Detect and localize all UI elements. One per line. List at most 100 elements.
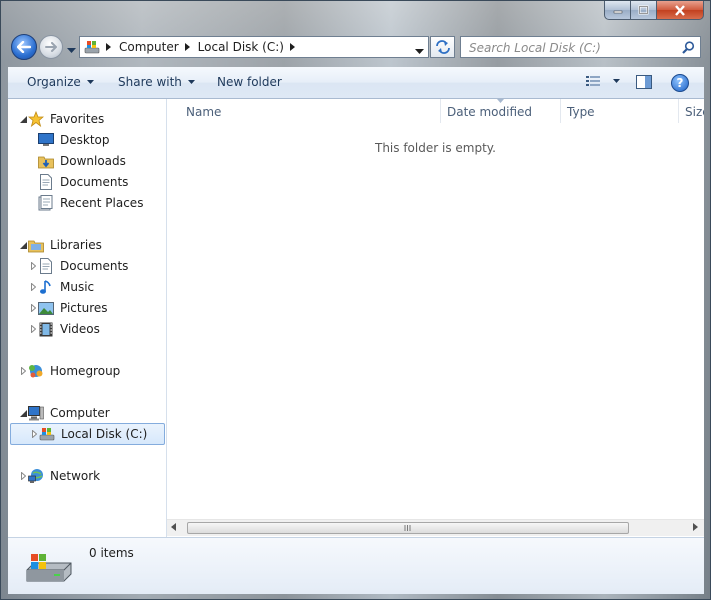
sort-indicator-icon xyxy=(497,99,504,103)
document-icon xyxy=(38,174,54,190)
scrollbar-thumb[interactable] xyxy=(187,522,629,534)
search-box[interactable] xyxy=(460,36,701,58)
network-icon xyxy=(28,468,44,484)
collapse-arrow-icon[interactable] xyxy=(18,235,28,255)
address-bar[interactable]: Computer Local Disk (C:) xyxy=(79,36,429,58)
nav-favorites[interactable]: Favorites xyxy=(18,109,104,129)
breadcrumb-local-disk[interactable]: Local Disk (C:) xyxy=(198,40,284,54)
search-input[interactable] xyxy=(467,38,681,58)
document-icon xyxy=(38,258,54,274)
nav-label: Music xyxy=(60,280,95,294)
column-header-date-modified[interactable]: Date modified xyxy=(447,105,532,119)
nav-downloads[interactable]: Downloads xyxy=(28,151,126,171)
downloads-folder-icon xyxy=(38,153,54,169)
preview-pane-button[interactable] xyxy=(636,75,652,92)
scroll-left-icon[interactable] xyxy=(171,523,176,531)
nav-label: Favorites xyxy=(50,112,105,126)
file-list[interactable]: Name Date modified Type Size This folder… xyxy=(167,99,704,537)
breadcrumb-separator-icon[interactable] xyxy=(289,43,295,51)
nav-label: Network xyxy=(50,469,101,483)
nav-lib-documents[interactable]: Documents xyxy=(28,256,128,276)
nav-desktop[interactable]: Desktop xyxy=(28,130,110,150)
breadcrumb-separator-icon[interactable] xyxy=(184,43,190,51)
libraries-icon xyxy=(28,237,44,253)
expand-arrow-icon[interactable] xyxy=(28,256,38,276)
nav-label: Recent Places xyxy=(60,196,144,210)
arrow-right-icon xyxy=(45,42,57,52)
drive-icon xyxy=(39,426,55,442)
nav-network[interactable]: Network xyxy=(18,466,100,486)
expand-arrow-icon[interactable] xyxy=(28,277,38,297)
collapse-arrow-icon[interactable] xyxy=(18,109,28,129)
back-button[interactable] xyxy=(11,34,37,60)
close-button[interactable] xyxy=(657,1,704,20)
column-divider[interactable] xyxy=(560,99,561,123)
column-header-name[interactable]: Name xyxy=(186,105,221,119)
explorer-window: Computer Local Disk (C:) Organize xyxy=(0,0,711,600)
nav-label: Videos xyxy=(60,322,100,336)
maximize-icon xyxy=(638,5,649,15)
address-dropdown-icon[interactable] xyxy=(415,44,424,58)
chevron-down-icon xyxy=(86,80,94,84)
nav-label: Pictures xyxy=(60,301,108,315)
drive-small-icon xyxy=(84,40,100,55)
nav-label: Libraries xyxy=(50,238,102,252)
new-folder-button[interactable]: New folder xyxy=(217,75,282,89)
computer-icon xyxy=(28,405,44,421)
help-button[interactable]: ? xyxy=(671,74,689,92)
refresh-icon xyxy=(435,40,450,54)
nav-homegroup[interactable]: Homegroup xyxy=(18,361,120,381)
nav-label: Documents xyxy=(60,175,129,189)
grip-icon xyxy=(404,525,411,531)
organize-button[interactable]: Organize xyxy=(27,75,94,89)
scroll-right-icon[interactable] xyxy=(693,523,698,531)
search-icon[interactable] xyxy=(682,41,695,57)
column-header-size-clip: Size xyxy=(685,99,704,123)
nav-pictures[interactable]: Pictures xyxy=(28,298,108,318)
homegroup-icon xyxy=(28,363,44,379)
nav-local-disk[interactable]: Local Disk (C:) xyxy=(10,423,165,445)
maximize-button[interactable] xyxy=(631,1,657,20)
share-with-label: Share with xyxy=(118,75,182,89)
chevron-down-icon xyxy=(613,79,620,83)
horizontal-scrollbar[interactable] xyxy=(167,519,704,536)
organize-label: Organize xyxy=(27,75,81,89)
change-view-button[interactable] xyxy=(586,75,620,87)
expand-arrow-icon[interactable] xyxy=(28,298,38,318)
nav-label: Local Disk (C:) xyxy=(61,427,148,441)
column-header-size[interactable]: Size xyxy=(685,105,704,119)
expand-arrow-icon[interactable] xyxy=(18,361,28,381)
star-icon xyxy=(28,111,44,127)
nav-computer[interactable]: Computer xyxy=(18,403,110,423)
navigation-pane: Favorites Desktop Downloads Documents Re… xyxy=(8,99,167,537)
empty-folder-message: This folder is empty. xyxy=(375,141,496,155)
refresh-button[interactable] xyxy=(430,36,455,58)
recent-pages-button[interactable] xyxy=(67,43,76,57)
view-details-icon xyxy=(586,76,600,86)
nav-music[interactable]: Music xyxy=(28,277,94,297)
item-count: 0 items xyxy=(89,546,134,560)
expand-arrow-icon[interactable] xyxy=(29,424,39,444)
expand-arrow-icon[interactable] xyxy=(28,319,38,339)
nav-label: Documents xyxy=(60,259,129,273)
nav-recent-places[interactable]: Recent Places xyxy=(28,193,143,213)
column-header-type[interactable]: Type xyxy=(567,105,595,119)
minimize-icon xyxy=(613,10,622,14)
forward-button[interactable] xyxy=(39,35,63,59)
nav-documents[interactable]: Documents xyxy=(28,172,128,192)
expand-arrow-icon[interactable] xyxy=(18,466,28,486)
minimize-button[interactable] xyxy=(604,1,631,20)
nav-videos[interactable]: Videos xyxy=(28,319,100,339)
collapse-arrow-icon[interactable] xyxy=(18,403,28,423)
breadcrumb-separator-icon[interactable] xyxy=(106,43,111,51)
close-icon xyxy=(675,4,685,16)
column-divider[interactable] xyxy=(440,99,441,123)
breadcrumb-computer[interactable]: Computer xyxy=(119,40,179,54)
share-with-button[interactable]: Share with xyxy=(118,75,195,89)
column-divider[interactable] xyxy=(678,99,679,123)
nav-libraries[interactable]: Libraries xyxy=(18,235,102,255)
desktop-icon xyxy=(38,132,54,148)
arrow-left-icon xyxy=(17,41,31,53)
new-folder-label: New folder xyxy=(217,75,282,89)
chevron-down-icon xyxy=(67,48,76,53)
